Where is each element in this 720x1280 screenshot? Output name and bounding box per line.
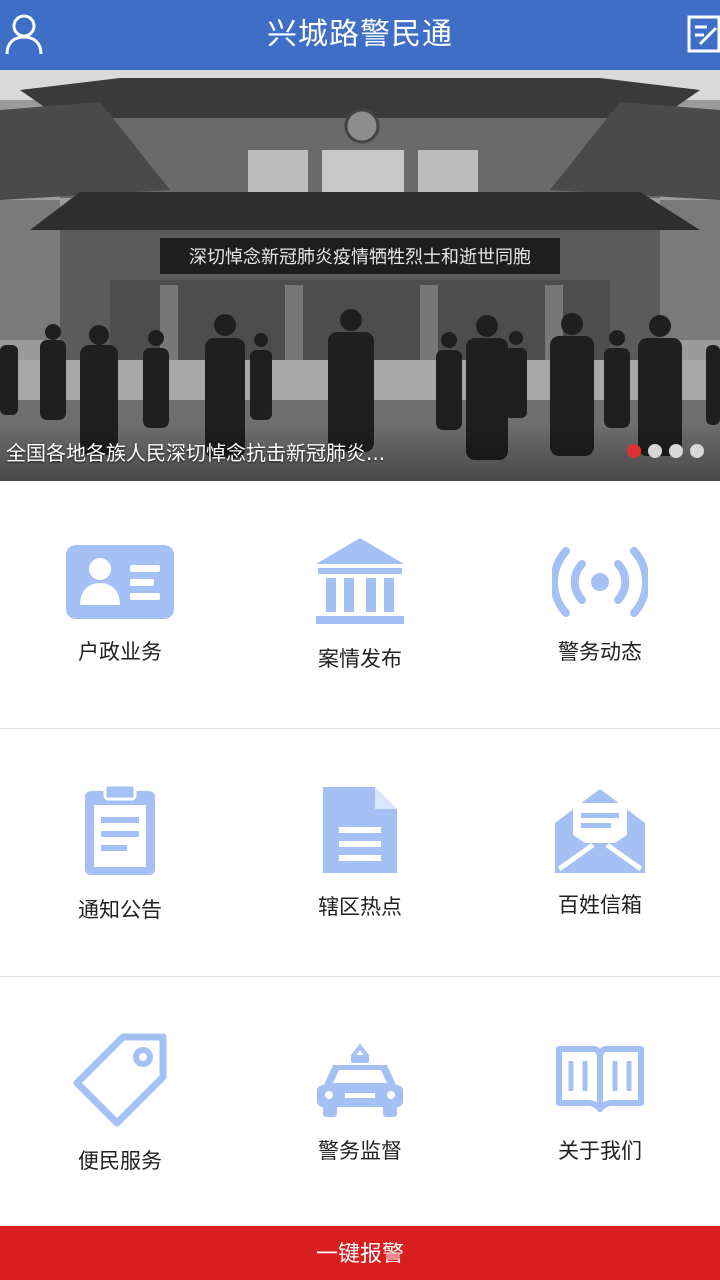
- institution-icon: [316, 538, 404, 630]
- menu-row: 通知公告 辖区热点 百姓信箱: [0, 729, 720, 977]
- menu-about-us[interactable]: 关于我们: [480, 977, 720, 1225]
- menu-public-services[interactable]: 便民服务: [0, 977, 240, 1225]
- menu-row: 便民服务 警务监督 关于我们: [0, 977, 720, 1225]
- menu-district-hotspots[interactable]: 辖区热点: [240, 729, 480, 977]
- menu-label: 案情发布: [318, 647, 402, 671]
- open-book-icon: [555, 1043, 645, 1119]
- menu-case-release[interactable]: 案情发布: [240, 481, 480, 729]
- carousel-dot[interactable]: [669, 444, 683, 458]
- menu-label: 关于我们: [558, 1139, 642, 1163]
- document-icon: [323, 787, 397, 877]
- carousel-dot[interactable]: [690, 444, 704, 458]
- edit-note-icon[interactable]: [686, 14, 720, 54]
- menu-label: 警务动态: [558, 640, 642, 664]
- broadcast-icon: [550, 545, 650, 623]
- menu-citizen-mailbox[interactable]: 百姓信箱: [480, 729, 720, 977]
- menu-police-news[interactable]: 警务动态: [480, 481, 720, 729]
- tag-icon: [73, 1033, 167, 1131]
- carousel-indicators: [627, 444, 704, 458]
- carousel-image: 深切悼念新冠肺炎疫情牺牲烈士和逝世同胞: [0, 70, 720, 481]
- menu-label: 辖区热点: [318, 895, 402, 919]
- news-carousel[interactable]: 深切悼念新冠肺炎疫情牺牲烈士和逝世同胞 全国各地各族人民深切悼念抗击新冠肺炎..…: [0, 70, 720, 481]
- id-card-icon: [66, 545, 174, 623]
- menu-label: 警务监督: [318, 1139, 402, 1163]
- page-title: 兴城路警民通: [267, 17, 453, 52]
- menu-row: 户政业务 案情发布 警务动态: [0, 481, 720, 729]
- app-header: 兴城路警民通: [0, 0, 720, 70]
- menu-label: 通知公告: [78, 898, 162, 922]
- carousel-caption[interactable]: 全国各地各族人民深切悼念抗击新冠肺炎...: [6, 437, 385, 466]
- one-click-alarm-button[interactable]: 一键报警: [0, 1226, 720, 1280]
- carousel-dot-active[interactable]: [627, 444, 641, 458]
- menu-label: 便民服务: [78, 1149, 162, 1173]
- banner-sign-text: 深切悼念新冠肺炎疫情牺牲烈士和逝世同胞: [189, 246, 531, 268]
- carousel-dot[interactable]: [648, 444, 662, 458]
- menu-notices[interactable]: 通知公告: [0, 729, 240, 977]
- menu-household-affairs[interactable]: 户政业务: [0, 481, 240, 729]
- menu-label: 百姓信箱: [558, 893, 642, 917]
- menu-label: 户政业务: [78, 640, 162, 664]
- open-mail-icon: [555, 789, 645, 877]
- menu-police-supervision[interactable]: 警务监督: [240, 977, 480, 1225]
- police-car-icon: [317, 1043, 403, 1123]
- clipboard-icon: [85, 783, 155, 879]
